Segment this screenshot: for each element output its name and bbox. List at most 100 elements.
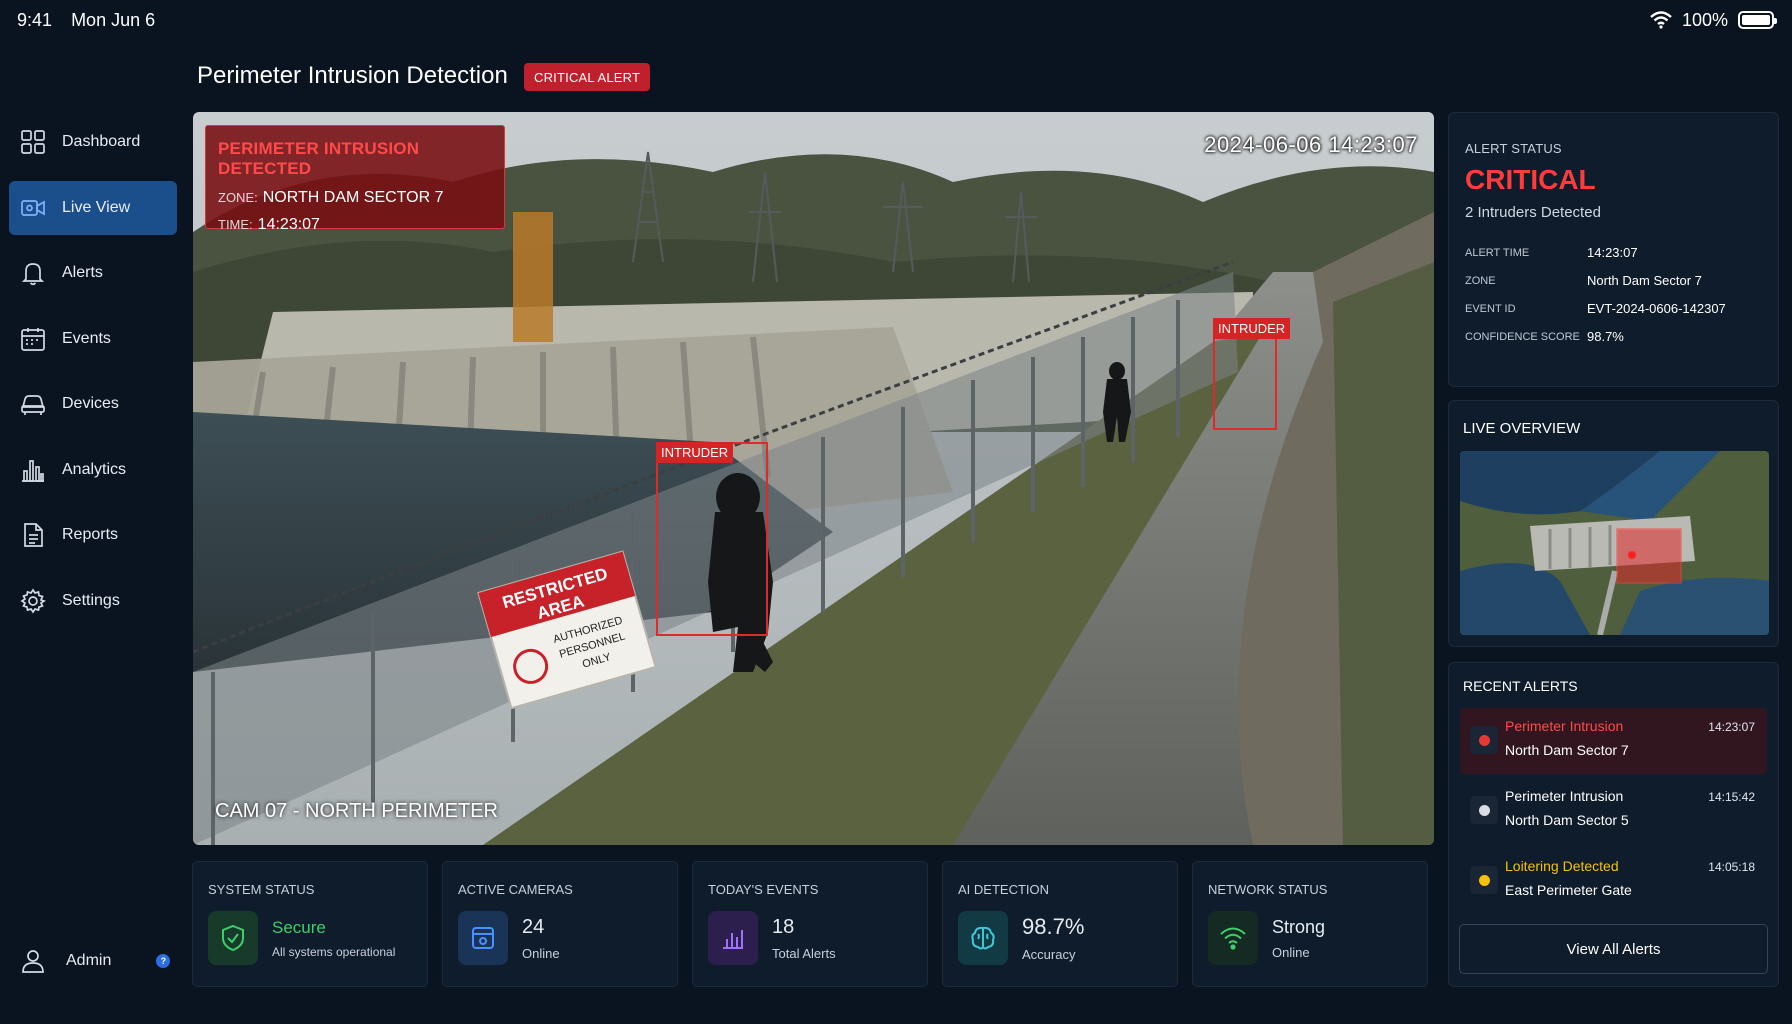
gear-icon bbox=[20, 587, 46, 614]
recent-alerts-title: RECENT ALERTS bbox=[1463, 678, 1578, 694]
detail-confidence: CONFIDENCE SCORE 98.7% bbox=[1465, 329, 1624, 344]
card-value: Strong bbox=[1272, 916, 1326, 937]
wifi-icon bbox=[1208, 911, 1258, 965]
bell-icon bbox=[20, 260, 46, 286]
card-caption: NETWORK STATUS bbox=[1208, 882, 1328, 897]
sidebar-item-reports[interactable]: Reports bbox=[9, 508, 177, 562]
sidebar-item-devices[interactable]: Devices bbox=[9, 377, 177, 431]
help-badge[interactable]: ? bbox=[156, 954, 171, 968]
card-sub: All systems operational bbox=[272, 944, 396, 959]
sidebar-item-label: Dashboard bbox=[62, 133, 141, 150]
card-caption: TODAY'S EVENTS bbox=[708, 882, 819, 897]
view-all-alerts-button[interactable]: View All Alerts bbox=[1459, 924, 1768, 974]
alert-status-caption: ALERT STATUS bbox=[1465, 141, 1562, 156]
overlay-time: TIME: 14:23:07 bbox=[218, 216, 320, 233]
bar-chart-icon bbox=[708, 911, 758, 965]
system-status-card: SYSTEM STATUS Secure All systems operatio… bbox=[192, 861, 428, 987]
alert-location: North Dam Sector 7 bbox=[1505, 742, 1629, 758]
camera-feed[interactable]: RESTRICTED AREA AUTHORIZED PERSONNEL ONL… bbox=[193, 112, 1434, 845]
intrusion-overlay: PERIMETER INTRUSION DETECTED ZONE: NORTH … bbox=[205, 125, 505, 233]
sidebar: Dashboard Live View Alerts Events Device… bbox=[0, 115, 186, 639]
card-value: 24 bbox=[522, 915, 545, 938]
wifi-icon bbox=[1650, 11, 1672, 29]
sidebar-item-alerts[interactable]: Alerts bbox=[9, 246, 177, 300]
card-caption: ACTIVE CAMERAS bbox=[458, 882, 573, 897]
brain-icon bbox=[958, 911, 1008, 965]
detail-event-id: EVENT ID EVT-2024-0606-142307 bbox=[1465, 301, 1726, 316]
user-name: Admin bbox=[66, 952, 112, 969]
alert-location: East Perimeter Gate bbox=[1505, 882, 1632, 898]
camera-icon bbox=[458, 911, 508, 965]
alert-indicator bbox=[1470, 726, 1498, 754]
card-value: Secure bbox=[272, 917, 326, 937]
alert-item[interactable]: Perimeter Intrusion North Dam Sector 5 1… bbox=[1460, 778, 1767, 844]
intruder-count: 2 Intruders Detected bbox=[1465, 204, 1601, 221]
sidebar-item-label: Live View bbox=[62, 198, 131, 216]
document-icon bbox=[20, 522, 46, 548]
clock: 9:41 bbox=[17, 9, 53, 30]
alert-level: CRITICAL bbox=[1465, 164, 1596, 195]
date: Mon Jun 6 bbox=[71, 9, 156, 30]
sidebar-item-dashboard[interactable]: Dashboard bbox=[9, 115, 177, 169]
sidebar-item-settings[interactable]: Settings bbox=[9, 574, 177, 628]
sidebar-item-events[interactable]: Events bbox=[9, 312, 177, 366]
sidebar-item-label: Devices bbox=[62, 395, 119, 412]
card-caption: AI DETECTION bbox=[958, 882, 1050, 897]
alert-item[interactable]: Perimeter Intrusion North Dam Sector 7 1… bbox=[1460, 708, 1767, 774]
alert-time: 14:05:18 bbox=[1708, 860, 1755, 874]
user-menu[interactable]: Admin ? bbox=[20, 948, 171, 974]
shield-check-icon bbox=[208, 911, 258, 965]
sidebar-item-label: Analytics bbox=[62, 460, 127, 478]
active-cameras-card: ACTIVE CAMERAS 24 Online bbox=[442, 861, 678, 987]
card-value: 18 bbox=[772, 915, 795, 938]
bar-chart-icon bbox=[20, 457, 46, 483]
alert-time: 14:15:42 bbox=[1708, 790, 1755, 804]
detection-label: INTRUDER bbox=[1213, 318, 1291, 339]
alert-location: North Dam Sector 5 bbox=[1505, 812, 1629, 828]
user-icon bbox=[22, 950, 44, 973]
overlay-zone: ZONE: NORTH DAM SECTOR 7 bbox=[218, 189, 444, 206]
overview-map[interactable] bbox=[1460, 451, 1769, 635]
alert-indicator bbox=[1470, 796, 1498, 824]
live-overview-panel: LIVE OVERVIEW bbox=[1448, 400, 1779, 647]
network-status-card: NETWORK STATUS Strong Online bbox=[1192, 861, 1428, 987]
todays-events-card: TODAY'S EVENTS 18 Total Alerts bbox=[692, 861, 928, 987]
sidebar-item-label: Alerts bbox=[62, 264, 103, 281]
detection-box-1[interactable]: INTRUDER bbox=[656, 442, 768, 636]
detection-box-2[interactable]: INTRUDER bbox=[1213, 318, 1291, 430]
sidebar-item-analytics[interactable]: Analytics bbox=[9, 443, 177, 497]
sidebar-item-label: Settings bbox=[62, 591, 120, 609]
status-bar: 9:41 Mon Jun 6 100% bbox=[0, 0, 1792, 40]
page-title: Perimeter Intrusion Detection bbox=[197, 62, 508, 89]
vehicle-icon bbox=[20, 391, 46, 417]
camera-label: CAM 07 - NORTH PERIMETER bbox=[215, 800, 498, 822]
camera-icon bbox=[20, 195, 46, 221]
card-sub: Online bbox=[1272, 944, 1310, 960]
battery-percent: 100% bbox=[1681, 9, 1728, 30]
alert-indicator bbox=[1470, 866, 1498, 894]
critical-alert-badge: CRITICAL ALERT bbox=[524, 63, 651, 91]
alert-time: 14:23:07 bbox=[1708, 720, 1755, 734]
recent-alerts-panel: RECENT ALERTS Perimeter Intrusion North … bbox=[1448, 662, 1779, 987]
satellite-map bbox=[1460, 451, 1769, 635]
live-overview-title: LIVE OVERVIEW bbox=[1463, 420, 1581, 437]
ai-detection-card: AI DETECTION 98.7% Accuracy bbox=[942, 861, 1178, 987]
card-value: 98.7% bbox=[1022, 914, 1085, 939]
sidebar-item-label: Events bbox=[62, 329, 111, 347]
alert-status-panel: ALERT STATUS CRITICAL 2 Intruders Detect… bbox=[1448, 112, 1779, 387]
battery-icon bbox=[1738, 11, 1777, 29]
card-sub: Online bbox=[522, 945, 560, 961]
alert-item[interactable]: Loitering Detected East Perimeter Gate 1… bbox=[1460, 848, 1767, 914]
detection-label: INTRUDER bbox=[656, 442, 734, 463]
detail-zone: ZONE North Dam Sector 7 bbox=[1465, 273, 1702, 288]
calendar-icon bbox=[20, 326, 46, 352]
detail-alert-time: ALERT TIME 14:23:07 bbox=[1465, 245, 1638, 260]
sidebar-item-live-view[interactable]: Live View bbox=[9, 180, 177, 235]
feed-timestamp: 2024-06-06 14:23:07 bbox=[1204, 132, 1418, 157]
card-caption: SYSTEM STATUS bbox=[208, 882, 315, 897]
sidebar-item-label: Reports bbox=[62, 526, 119, 543]
grid-icon bbox=[20, 129, 46, 155]
card-sub: Total Alerts bbox=[772, 945, 836, 961]
card-sub: Accuracy bbox=[1022, 947, 1076, 962]
intrusion-heading: PERIMETER INTRUSION DETECTED bbox=[218, 139, 420, 178]
